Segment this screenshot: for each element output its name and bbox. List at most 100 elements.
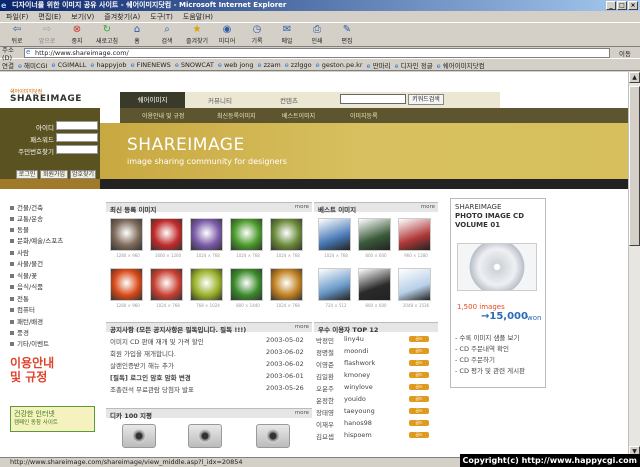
top-user-row[interactable]: 윤정한 youido 골드 <box>316 395 436 406</box>
stop-button[interactable]: ⊗ 중지 <box>62 23 92 47</box>
camera-thumbnail[interactable] <box>256 424 290 448</box>
category-item[interactable]: 전통 <box>10 293 29 303</box>
media-button[interactable]: ◉ 미디어 <box>212 23 242 47</box>
top-user-row[interactable]: 박정민 liny4u 골드 <box>316 335 436 346</box>
edit-button[interactable]: ✎ 편집 <box>332 23 362 47</box>
login-button[interactable]: 로그인 <box>16 170 38 179</box>
new-image-thumbnail[interactable]: 1024 × 768 <box>270 218 303 258</box>
link-item[interactable]: 해미CGI <box>18 60 47 70</box>
notice-row[interactable]: 이미지 CD 판매 재개 및 가격 할인 2003-05-02 <box>110 336 310 346</box>
link-item[interactable]: geston.pe.kr <box>316 61 363 69</box>
notice-row[interactable]: 살랜인증받기 해뉴 추가 2003-06-02 <box>110 360 310 370</box>
top-user-row[interactable]: 김요셉 hispoem 골드 <box>316 431 436 442</box>
new-image-thumbnail[interactable]: 1024 × 768 <box>150 268 183 308</box>
best-image-thumbnail[interactable]: 800 × 600 <box>358 218 391 258</box>
find-password-button[interactable]: 암호찾기 <box>70 170 96 179</box>
menu-tools[interactable]: 도구(T) <box>150 11 173 22</box>
subnav-best[interactable]: 베스트이미지 <box>282 111 315 120</box>
refresh-button[interactable]: ↻ 새로고침 <box>92 23 122 47</box>
menu-file[interactable]: 파일(F) <box>6 11 28 22</box>
forward-button[interactable]: ⇨ 앞으로 <box>32 23 62 47</box>
notice-row[interactable]: 회원 가입을 재개합니다. 2003-06-02 <box>110 348 310 358</box>
mail-button[interactable]: ✉ 메일 <box>272 23 302 47</box>
camera-thumbnail[interactable] <box>188 424 222 448</box>
category-item[interactable]: 음식/식품 <box>10 281 43 291</box>
scroll-up-icon[interactable]: ▲ <box>629 72 640 83</box>
link-item[interactable]: CGIMALL <box>52 61 87 69</box>
notice-row[interactable]: [필독] 로그인 암호 암화 변경 2003-06-01 <box>110 372 310 382</box>
top-user-row[interactable]: 정명철 moondi 골드 <box>316 347 436 358</box>
vertical-scrollbar[interactable]: ▲ ▼ <box>628 72 640 457</box>
top-user-row[interactable]: 김일환 kmoney 골드 <box>316 371 436 382</box>
top-user-row[interactable]: 오윤주 winylove 골드 <box>316 383 436 394</box>
new-image-thumbnail[interactable]: 1024 × 768 <box>190 218 223 258</box>
category-item[interactable]: 식물/꽃 <box>10 270 37 280</box>
category-item[interactable]: 교통/운송 <box>10 213 43 223</box>
new-image-thumbnail[interactable]: 1024 × 768 <box>230 218 263 258</box>
category-item[interactable]: 기타/이벤트 <box>10 338 49 348</box>
favorites-button[interactable]: ★ 즐겨찾기 <box>182 23 212 47</box>
category-item[interactable]: 사물/물건 <box>10 258 43 268</box>
keyword-search-button[interactable]: 키워드검색 <box>408 94 444 105</box>
new-image-thumbnail[interactable]: 1600 × 1200 <box>150 218 183 258</box>
link-item[interactable]: web jong <box>218 61 254 69</box>
link-item[interactable]: SNOWCAT <box>175 61 214 69</box>
category-item[interactable]: 컴퓨터 <box>10 304 35 314</box>
new-image-thumbnail[interactable]: 768 × 1024 <box>190 268 223 308</box>
new-image-thumbnail[interactable]: 1280 × 960 <box>110 268 143 308</box>
minimize-button[interactable]: _ <box>606 1 616 10</box>
go-button[interactable]: 이동 <box>610 48 640 58</box>
notice-row[interactable]: 조총련석 무료관람 당첨자 발표 2003-05-26 <box>110 384 310 394</box>
top-user-row[interactable]: 이재우 hanos98 골드 <box>316 419 436 430</box>
top-user-row[interactable]: 장태영 taeyoung 골드 <box>316 407 436 418</box>
new-image-thumbnail[interactable]: 1280 × 960 <box>110 218 143 258</box>
new-image-thumbnail[interactable]: 1024 × 768 <box>270 268 303 308</box>
nav-community[interactable]: 커뮤니티 <box>208 95 232 105</box>
link-item[interactable]: 쉐어이미지닷컴 <box>437 60 485 70</box>
subnav-guide[interactable]: 이용안내 및 규정 <box>142 111 184 120</box>
join-button[interactable]: 회원가입 <box>40 170 68 179</box>
close-button[interactable]: × <box>628 1 638 10</box>
cd-link[interactable]: CD 주문하기 <box>455 354 495 364</box>
best-image-thumbnail[interactable]: 1024 × 768 <box>318 218 351 258</box>
cd-link[interactable]: CD 평가 및 관련 게시판 <box>455 365 525 375</box>
best-image-thumbnail[interactable]: 800 × 600 <box>358 268 391 308</box>
link-item[interactable]: 디자인 정글 <box>395 60 433 70</box>
home-button[interactable]: ⌂ 홈 <box>122 23 152 47</box>
subnav-new[interactable]: 최신등록이미지 <box>217 111 256 120</box>
category-item[interactable]: 풍경 <box>10 327 29 337</box>
category-item[interactable]: 동물 <box>10 224 29 234</box>
more-link[interactable]: more <box>295 204 309 210</box>
maximize-button[interactable]: □ <box>617 1 627 10</box>
top-user-row[interactable]: 이영준 flashwork 골드 <box>316 359 436 370</box>
search-button[interactable]: ⌕ 검색 <box>152 23 182 47</box>
pw-input[interactable] <box>56 133 98 142</box>
site-logo[interactable]: SHAREIMAGE <box>10 94 82 104</box>
subnav-register[interactable]: 이미지등록 <box>350 111 378 120</box>
link-item[interactable]: happyjob <box>90 61 126 69</box>
link-item[interactable]: zzlggo <box>285 61 312 69</box>
camera-thumbnail[interactable] <box>122 424 156 448</box>
id-input[interactable] <box>56 121 98 130</box>
best-image-thumbnail[interactable]: 960 × 1280 <box>398 218 431 258</box>
link-item[interactable]: FINENEWS <box>131 61 171 69</box>
link-item[interactable]: 딴마리 <box>367 60 391 70</box>
auto-input[interactable] <box>56 145 98 154</box>
menu-favorites[interactable]: 즐겨찾기(A) <box>104 11 140 22</box>
cd-link[interactable]: CD 주문내역 확인 <box>455 343 509 353</box>
print-button[interactable]: ⎙ 인쇄 <box>302 23 332 47</box>
address-input[interactable]: http://www.shareimage.com/ <box>24 47 610 58</box>
category-item[interactable]: 사람 <box>10 247 29 257</box>
campaign-badge[interactable]: 건강한 인터넷 캠페인 동참 사이트 <box>10 406 95 432</box>
more-link[interactable]: more <box>295 324 309 330</box>
scroll-thumb[interactable] <box>629 86 640 246</box>
new-image-thumbnail[interactable]: 800 × 1440 <box>230 268 263 308</box>
history-button[interactable]: ◷ 기록 <box>242 23 272 47</box>
menu-edit[interactable]: 편집(E) <box>38 11 61 22</box>
best-image-thumbnail[interactable]: 724 × 512 <box>318 268 351 308</box>
more-link[interactable]: more <box>295 410 309 416</box>
category-item[interactable]: 문화/예술/스포츠 <box>10 235 63 245</box>
category-item[interactable]: 패턴/배경 <box>10 316 43 326</box>
keyword-input[interactable] <box>340 94 406 104</box>
link-item[interactable]: zzam <box>258 61 281 69</box>
